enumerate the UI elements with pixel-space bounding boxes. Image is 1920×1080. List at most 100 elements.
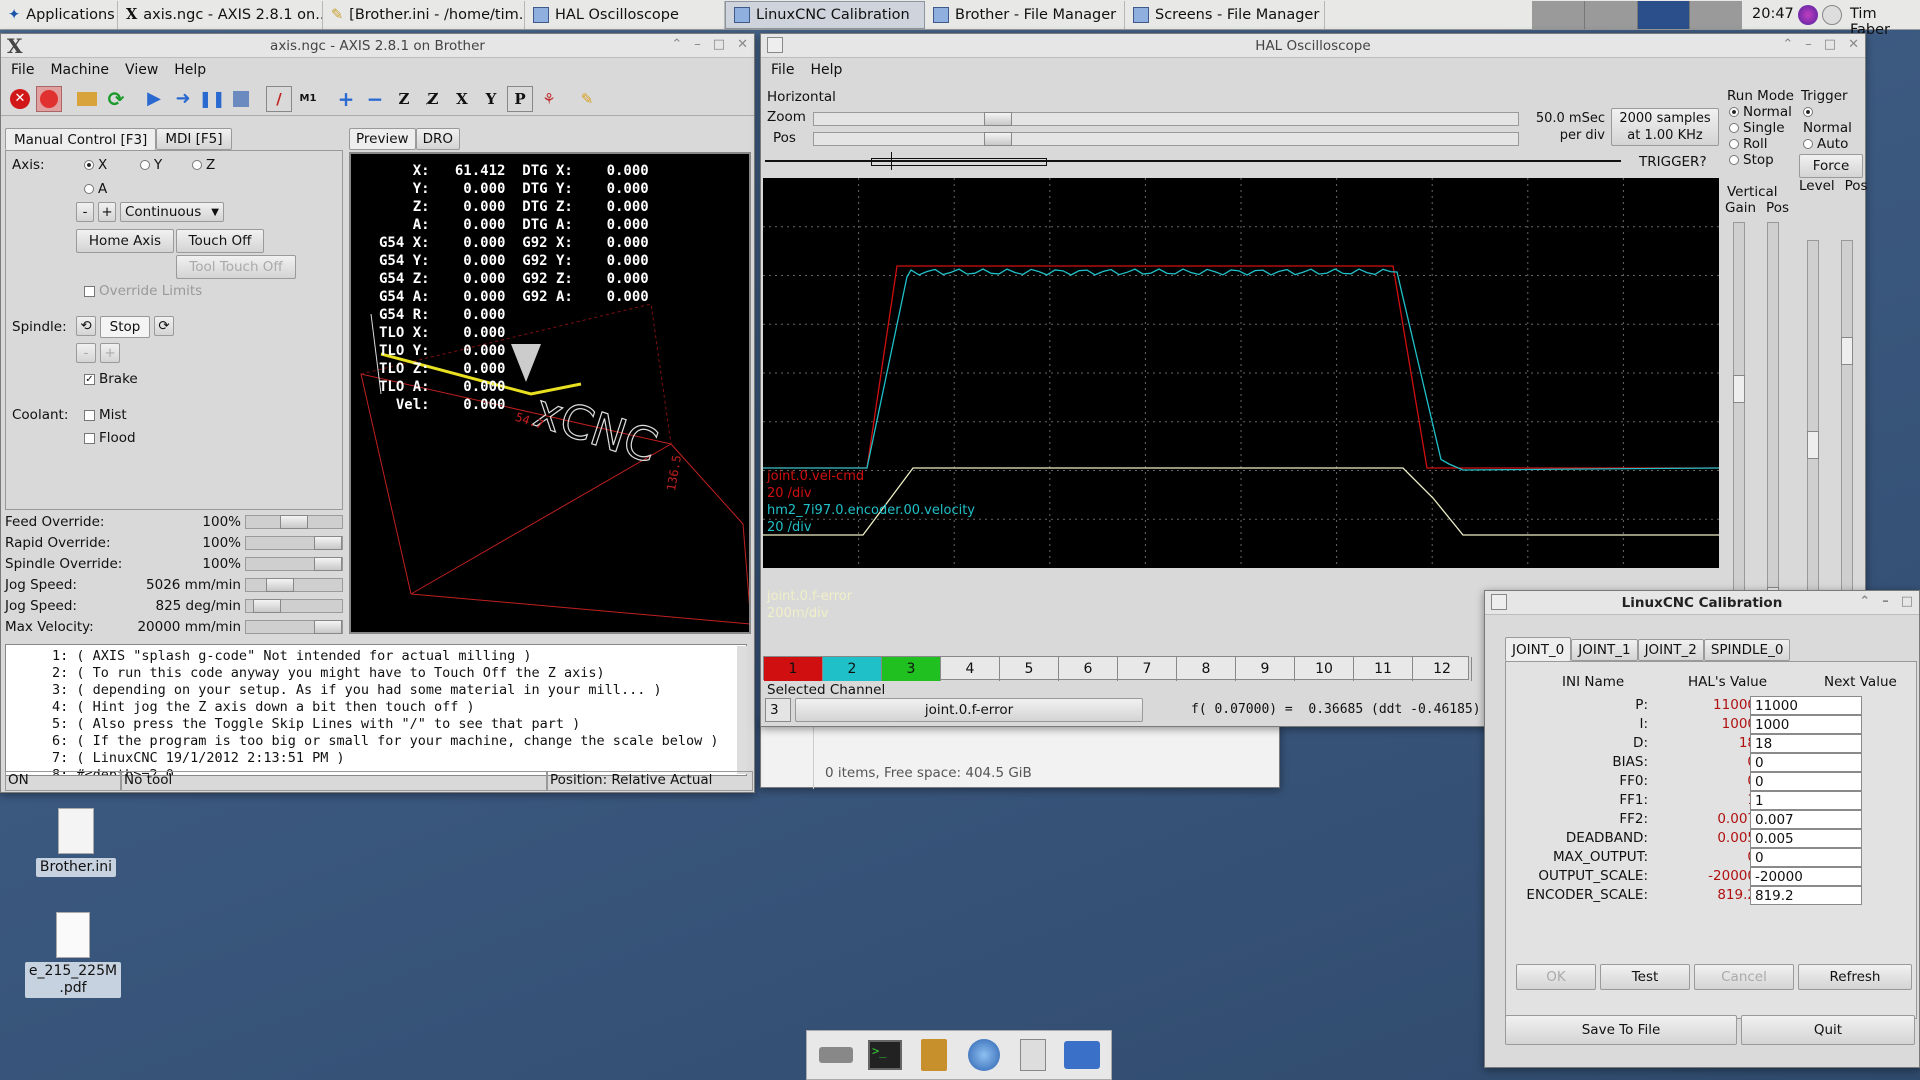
quit-button[interactable]: Quit	[1741, 1015, 1915, 1045]
force-button[interactable]: Force	[1799, 154, 1863, 178]
next-value-input[interactable]: -20000	[1750, 867, 1862, 886]
view-y-icon[interactable]: Y	[478, 86, 504, 112]
channel-button-4[interactable]: 4	[941, 657, 1000, 681]
next-value-input[interactable]: 0	[1750, 848, 1862, 867]
menu-view[interactable]: View	[125, 62, 158, 78]
task-editor[interactable]: ✎ [Brother.ini - /home/tim...	[323, 0, 525, 29]
applications-menu[interactable]: ✦ Applications	[0, 0, 118, 29]
task-calibration[interactable]: LinuxCNC Calibration	[725, 0, 925, 29]
channel-button-8[interactable]: 8	[1177, 657, 1236, 681]
channel-button-11[interactable]: 11	[1354, 657, 1413, 681]
tool-touch-off-button[interactable]: Tool Touch Off	[176, 255, 296, 279]
jog-plus-button[interactable]: +	[98, 202, 116, 222]
maximize-icon[interactable]: □	[1901, 594, 1913, 609]
axis-radio-x[interactable]: X	[84, 157, 107, 173]
run-normal-radio[interactable]: Normal	[1729, 104, 1807, 120]
maximize-icon[interactable]: □	[713, 37, 725, 52]
flood-checkbox[interactable]: Flood	[84, 430, 136, 446]
close-icon[interactable]: ✕	[737, 37, 748, 52]
gcode-line[interactable]: 7: ( LinuxCNC 19/1/2012 2:13:51 PM )	[6, 750, 746, 767]
next-value-input[interactable]: 1	[1750, 791, 1862, 810]
folder-icon[interactable]	[1062, 1035, 1102, 1075]
vertical-pos-slider[interactable]	[1767, 222, 1779, 622]
reload-icon[interactable]: ⟳	[103, 86, 129, 112]
tab-preview[interactable]: Preview	[349, 128, 416, 150]
brake-checkbox[interactable]: ✓ Brake	[84, 371, 138, 387]
home-axis-button[interactable]: Home Axis	[76, 229, 174, 253]
tab-dro[interactable]: DRO	[415, 128, 460, 150]
maximize-icon[interactable]: □	[1824, 37, 1836, 52]
next-value-input[interactable]: 18	[1750, 734, 1862, 753]
preview-canvas[interactable]: xCNC 54.7 136.5 X: 61.412 DTG X: 0.000 Y…	[349, 152, 751, 634]
zoom-in-icon[interactable]: +	[333, 86, 359, 112]
minimize-icon[interactable]: –	[1882, 594, 1889, 609]
pos-slider[interactable]	[813, 132, 1519, 146]
shade-icon[interactable]: ⌃	[1859, 594, 1870, 609]
task-brother-fm[interactable]: Brother - File Manager	[925, 0, 1125, 29]
override-slider[interactable]	[245, 599, 343, 613]
halscope-titlebar[interactable]: HAL Oscilloscope ⌃ – □ ✕	[761, 34, 1865, 58]
gcode-line[interactable]: 1: ( AXIS "splash g-code" Not intended f…	[6, 648, 746, 665]
menu-file[interactable]: File	[11, 62, 34, 78]
next-value-input[interactable]: 0.005	[1750, 829, 1862, 848]
shade-icon[interactable]: ⌃	[1782, 37, 1793, 52]
desktop-icon-pdf[interactable]: e_215_225M .pdf	[24, 912, 122, 998]
next-value-input[interactable]: 819.2	[1750, 886, 1862, 905]
channel-button-1[interactable]: 1	[764, 657, 823, 681]
gcode-line[interactable]: 2: ( To run this code anyway you might h…	[6, 665, 746, 682]
estop-icon[interactable]: ✕	[7, 86, 33, 112]
zoom-out-icon[interactable]: −	[362, 86, 388, 112]
sample-rate-button[interactable]: 2000 samples at 1.00 KHz	[1611, 108, 1719, 146]
mist-checkbox[interactable]: Mist	[84, 407, 127, 423]
axis-radio-z[interactable]: Z	[192, 157, 215, 173]
spindle-stop-button[interactable]: Stop	[100, 316, 150, 338]
run-stop-radio[interactable]: Stop	[1729, 152, 1807, 168]
view-z2-icon[interactable]: Z̸	[420, 86, 446, 112]
channel-button-3[interactable]: 3	[882, 657, 941, 681]
close-icon[interactable]: ✕	[1848, 37, 1859, 52]
menu-help[interactable]: Help	[174, 62, 206, 78]
channel-button-10[interactable]: 10	[1295, 657, 1354, 681]
run-single-radio[interactable]: Single	[1729, 120, 1807, 136]
save-to-file-button[interactable]: Save To File	[1505, 1015, 1737, 1045]
tab-spindle-0[interactable]: SPINDLE_0	[1703, 639, 1791, 661]
run-icon[interactable]: ▶	[141, 86, 167, 112]
override-slider[interactable]	[245, 536, 343, 550]
axis-radio-y[interactable]: Y	[140, 157, 162, 173]
tab-joint-0[interactable]: JOINT_0	[1505, 637, 1572, 661]
trigger-auto-radio[interactable]: Auto	[1803, 136, 1865, 152]
minimize-icon[interactable]: –	[1805, 37, 1812, 52]
run-roll-radio[interactable]: Roll	[1729, 136, 1807, 152]
view-x-icon[interactable]: X	[449, 86, 475, 112]
next-value-input[interactable]: 0	[1750, 753, 1862, 772]
trigger-level-slider[interactable]	[1807, 240, 1819, 640]
gcode-scrollbar[interactable]	[737, 646, 747, 774]
trigger-pos-slider[interactable]	[1841, 240, 1853, 640]
next-value-input[interactable]: 11000	[1750, 696, 1862, 715]
refresh-button[interactable]: Refresh	[1798, 964, 1912, 990]
spindle-ccw-icon[interactable]: ⟲	[76, 316, 96, 336]
terminal-icon[interactable]: >_	[865, 1035, 905, 1075]
override-slider[interactable]	[245, 557, 343, 571]
next-value-input[interactable]: 0	[1750, 772, 1862, 791]
next-value-input[interactable]: 1000	[1750, 715, 1862, 734]
tab-joint-2[interactable]: JOINT_2	[1637, 639, 1704, 661]
override-slider[interactable]	[245, 620, 343, 634]
axis-titlebar[interactable]: X axis.ngc - AXIS 2.8.1 on Brother ⌃ – □ ✕	[1, 34, 754, 58]
next-value-input[interactable]: 0.007	[1750, 810, 1862, 829]
zoom-slider[interactable]	[813, 112, 1519, 126]
workspace-switcher[interactable]	[1532, 1, 1742, 29]
tab-manual-control[interactable]: Manual Control [F3]	[5, 128, 157, 150]
override-limits-checkbox[interactable]: Override Limits	[84, 283, 202, 299]
show-desktop-icon[interactable]	[816, 1035, 856, 1075]
spindle-cw-icon[interactable]: ⟳	[154, 316, 174, 336]
trigger-normal-radio[interactable]: Normal	[1803, 104, 1865, 136]
channel-button-2[interactable]: 2	[823, 657, 882, 681]
menu-file[interactable]: File	[771, 62, 794, 78]
stop-icon[interactable]	[228, 86, 254, 112]
calibration-titlebar[interactable]: LinuxCNC Calibration ⌃ – □	[1485, 591, 1919, 615]
gcode-listing[interactable]: 1: ( AXIS "splash g-code" Not intended f…	[5, 644, 747, 776]
test-button[interactable]: Test	[1600, 964, 1690, 990]
channel-button-5[interactable]: 5	[1000, 657, 1059, 681]
channel-button-12[interactable]: 12	[1413, 657, 1472, 681]
